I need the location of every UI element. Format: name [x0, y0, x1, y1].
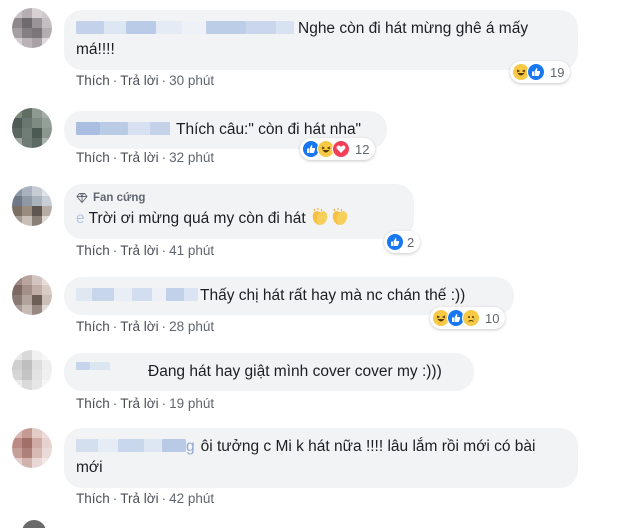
separator: · [161, 73, 167, 88]
reaction-summary[interactable]: 12 [300, 138, 376, 160]
reaction-count: 12 [355, 141, 370, 157]
separator: · [112, 243, 118, 258]
timestamp[interactable]: 28 phút [169, 319, 214, 334]
avatar[interactable] [12, 108, 52, 148]
separator: · [161, 319, 167, 334]
fan-badge[interactable]: Fan cứng [76, 191, 402, 205]
like-link[interactable]: Thích [76, 491, 110, 506]
separator: · [112, 491, 118, 506]
reaction-summary[interactable]: 19 [510, 61, 571, 83]
comment-text: Thấy chị hát rất hay mà nc chán thế :)) [200, 287, 466, 304]
comment-bubble: Đang hát hay giật mình cover cover my :)… [64, 353, 474, 391]
blurred-author-name[interactable] [76, 439, 98, 452]
diamond-icon [76, 193, 88, 204]
timestamp[interactable]: 41 phút [169, 243, 214, 258]
reply-link[interactable]: Trả lời [120, 243, 158, 258]
clapping-hands-icon [332, 208, 348, 225]
like-link[interactable]: Thích [76, 150, 110, 165]
blurred-author-name[interactable] [76, 122, 100, 135]
comment-bubble: g ôi tưởng c Mi k hát nữa !!!! lâu lắm rồ… [64, 428, 578, 488]
comment-text-line1: Nghe còn đi hát mừng ghê á mấy [298, 20, 529, 37]
reaction-count: 19 [550, 64, 565, 80]
reply-link[interactable]: Trả lời [120, 491, 158, 506]
comment-actions: Thích · Trả lời · 28 phút [76, 319, 214, 334]
comment-text: Đang hát hay giật mình cover cover my :)… [148, 363, 442, 380]
timestamp[interactable]: 30 phút [169, 73, 214, 88]
timestamp[interactable]: 42 phút [169, 491, 214, 506]
comment-text: Thích câu:" còn đi hát nha" [176, 121, 362, 138]
comment-bubble: Fan cứng e Trời ơi mừng quá my còn đi há… [64, 184, 414, 239]
comment-actions: Thích · Trả lời · 19 phút [76, 396, 214, 411]
reply-link[interactable]: Trả lời [120, 150, 158, 165]
separator: · [161, 491, 167, 506]
like-link[interactable]: Thích [76, 73, 110, 88]
comment-actions: Thích · Trả lời · 32 phút [76, 150, 214, 165]
like-icon [386, 233, 404, 251]
separator: · [161, 150, 167, 165]
next-comment-avatar[interactable] [22, 520, 46, 528]
reaction-count: 10 [485, 310, 500, 326]
separator: · [112, 73, 118, 88]
like-icon [527, 63, 545, 81]
reaction-summary[interactable]: 10 [430, 307, 506, 329]
timestamp[interactable]: 19 phút [169, 396, 214, 411]
fan-badge-label: Fan cứng [93, 192, 146, 204]
avatar[interactable] [12, 186, 52, 226]
blurred-author-name[interactable] [76, 21, 104, 34]
reply-link[interactable]: Trả lời [120, 319, 158, 334]
comment-actions: Thích · Trả lời · 42 phút [76, 491, 214, 506]
like-link[interactable]: Thích [76, 243, 110, 258]
separator: · [112, 396, 118, 411]
timestamp[interactable]: 32 phút [169, 150, 214, 165]
reply-link[interactable]: Trả lời [120, 396, 158, 411]
comment-actions: Thích · Trả lời · 30 phút [76, 73, 214, 88]
like-link[interactable]: Thích [76, 319, 110, 334]
separator: · [161, 243, 167, 258]
avatar[interactable] [12, 275, 52, 315]
love-icon [332, 140, 350, 158]
separator: · [112, 319, 118, 334]
clapping-hands-icon [312, 208, 328, 225]
comment-bubble: Nghe còn đi hát mừng ghê á mấy má!!!! [64, 10, 578, 70]
reaction-count: 2 [407, 234, 415, 250]
comment-text-line2: mới [76, 459, 103, 476]
avatar[interactable] [12, 428, 52, 468]
separator: · [161, 396, 167, 411]
like-link[interactable]: Thích [76, 396, 110, 411]
reaction-summary[interactable]: 2 [384, 231, 421, 253]
comment-actions: Thích · Trả lời · 41 phút [76, 243, 214, 258]
comment-text: Trời ơi mừng quá my còn đi hát [88, 210, 306, 227]
sad-icon [462, 309, 480, 327]
author-name-fragment[interactable]: e [76, 210, 85, 227]
reply-link[interactable]: Trả lời [120, 73, 158, 88]
comment-text-line2: má!!!! [76, 41, 115, 58]
avatar[interactable] [12, 8, 52, 48]
author-name-fragment[interactable]: g [186, 438, 195, 455]
separator: · [112, 150, 118, 165]
blurred-author-name[interactable] [76, 288, 92, 301]
blurred-author-name[interactable] [76, 362, 90, 370]
comment-text-line1: ôi tưởng c Mi k hát nữa !!!! lâu lắm rồi… [200, 438, 536, 455]
avatar[interactable] [12, 350, 52, 390]
